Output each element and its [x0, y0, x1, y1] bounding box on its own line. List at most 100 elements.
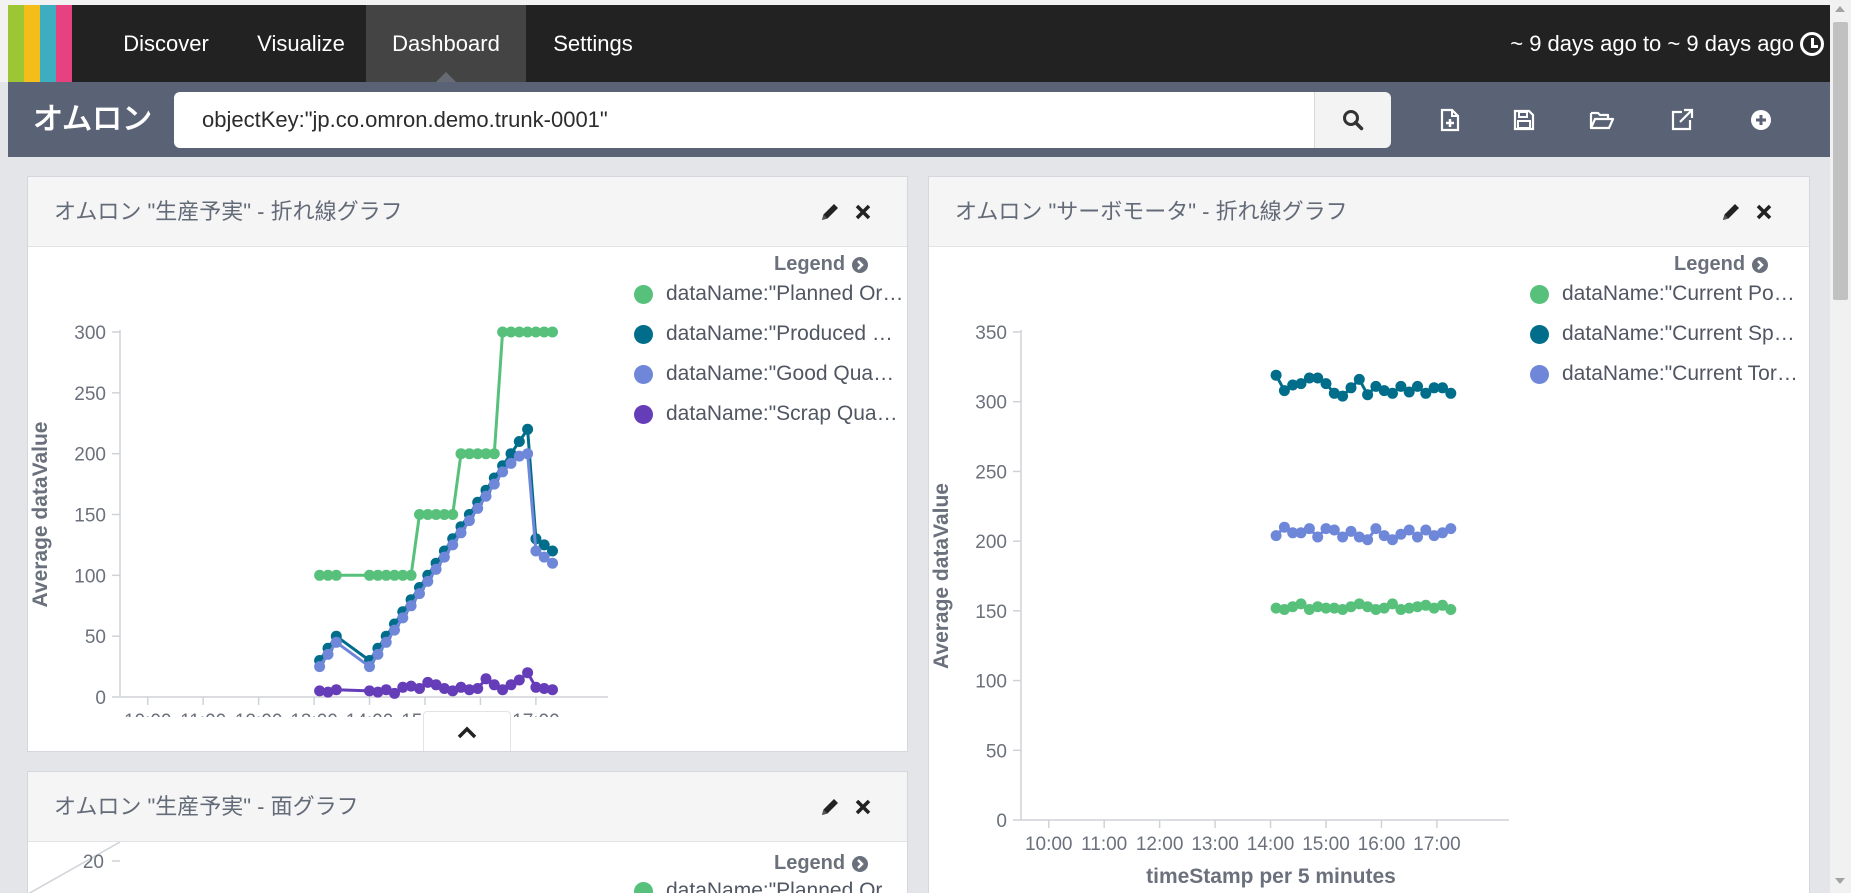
pencil-icon	[1723, 204, 1739, 220]
data-point	[1345, 382, 1357, 394]
legend-item-scrap-quantity[interactable]: dataName:"Scrap Qua…	[634, 401, 904, 427]
chevron-right-circle-icon	[1752, 256, 1769, 273]
x-tick-label: 10:00	[124, 711, 172, 717]
data-point	[389, 624, 400, 636]
page-scrollbar[interactable]	[1830, 0, 1851, 893]
new-dashboard-button[interactable]	[1432, 102, 1468, 138]
dashboard-title: オムロン	[33, 103, 153, 136]
active-caret-icon	[436, 72, 456, 82]
y-tick-label: 100	[975, 672, 1007, 693]
edit-panel-button[interactable]	[1718, 199, 1744, 225]
y-tick-label: 300	[74, 323, 106, 344]
legend-item-good-quantity[interactable]: dataName:"Good Quan…	[634, 361, 904, 387]
legend-item-current-speed[interactable]: dataName:"Current Sp…	[1530, 321, 1805, 347]
legend-dot-icon	[634, 365, 653, 384]
data-point	[472, 683, 484, 694]
search-bar: オムロン	[8, 82, 1830, 157]
search-button[interactable]	[1314, 92, 1391, 148]
nav-dashboard[interactable]: Dashboard	[366, 5, 526, 82]
collapse-panel-button[interactable]	[423, 711, 511, 751]
remove-panel-button[interactable]	[850, 794, 876, 820]
data-point	[314, 661, 326, 673]
data-point	[513, 436, 525, 447]
legend-toggle[interactable]: Legend	[774, 852, 869, 875]
add-panel-button[interactable]	[1743, 102, 1779, 138]
scroll-thumb[interactable]	[1833, 22, 1848, 300]
time-picker[interactable]: ~ 9 days ago to ~ 9 days ago	[1510, 5, 1824, 82]
nav-label: Dashboard	[392, 31, 500, 56]
logo-stripe	[8, 5, 24, 82]
data-point	[522, 667, 534, 679]
x-tick-label: 13:00	[290, 711, 338, 717]
data-point	[497, 466, 509, 478]
edit-panel-button[interactable]	[817, 199, 843, 225]
legend-label: dataName:"Current Sp…	[1562, 322, 1795, 345]
data-point	[480, 490, 492, 502]
scroll-up-icon[interactable]	[1835, 6, 1845, 12]
data-point	[447, 539, 459, 551]
y-tick-label: 100	[74, 566, 106, 587]
legend-item-current-position[interactable]: dataName:"Current Po…	[1530, 281, 1805, 307]
search-input[interactable]	[174, 92, 1314, 148]
clock-icon	[1800, 31, 1824, 56]
logo-stripe	[56, 5, 72, 82]
data-point	[547, 557, 558, 569]
nav-settings[interactable]: Settings	[526, 5, 660, 82]
legend-item-produced[interactable]: dataName:"Produced …	[634, 321, 904, 347]
panel-title: オムロン "生産予実" - 折れ線グラフ	[54, 199, 403, 224]
y-axis-title: Average dataValue	[29, 422, 52, 608]
nav-visualize[interactable]: Visualize	[236, 5, 366, 82]
save-dashboard-button[interactable]	[1506, 102, 1542, 138]
y-tick-label: 50	[986, 741, 1007, 762]
scroll-down-icon[interactable]	[1835, 878, 1845, 884]
data-point	[1362, 389, 1374, 401]
edit-panel-button[interactable]	[817, 794, 843, 820]
x-tick-label: 11:00	[180, 711, 226, 717]
legend-dot-icon	[634, 882, 653, 893]
panel-production-line: オムロン "生産予実" - 折れ線グラフ 0 50 100 150 200 250 300 1…	[27, 176, 908, 752]
close-icon	[855, 799, 871, 815]
legend-item-current-torque[interactable]: dataName:"Current Tor…	[1530, 361, 1805, 387]
x-tick-label: 16:00	[1358, 834, 1406, 855]
y-tick-label: 200	[975, 532, 1007, 553]
top-bar: Discover Visualize Dashboard Settings ~ …	[0, 0, 1851, 82]
x-tick-label: 17:00	[1413, 834, 1461, 855]
kibana-logo[interactable]	[8, 5, 88, 82]
data-point	[505, 457, 517, 469]
nav-discover[interactable]: Discover	[96, 5, 236, 82]
legend-label: dataName:"Current Po…	[1562, 282, 1795, 305]
production-line-chart: 0 50 100 150 200 250 300 10:00 11:00 12:00 13:00 14…	[29, 323, 608, 717]
data-point	[488, 448, 500, 460]
x-tick-label: 13:00	[1191, 834, 1239, 855]
x-tick-label: 15:00	[1302, 834, 1350, 855]
data-point	[488, 478, 500, 490]
legend-label: dataName:"Produced …	[666, 322, 893, 345]
legend-item-planned-order[interactable]: dataName:"Planned Or…	[634, 281, 904, 307]
remove-panel-button[interactable]	[850, 199, 876, 225]
data-point	[330, 569, 342, 581]
remove-panel-button[interactable]	[1751, 199, 1777, 225]
servo-line-chart: 0 50 100 150 200 250 300 350 10:00 11:00 12:00 13:0…	[930, 323, 1509, 888]
legend-dot-icon	[634, 405, 653, 424]
panel-servo-line: オムロン "サーボモータ" - 折れ線グラフ 0 50 100 150 200 250 30…	[928, 176, 1810, 893]
y-tick-label: 200	[74, 445, 106, 466]
legend-item-planned-order[interactable]: dataName:"Planned Or…	[634, 878, 904, 893]
share-icon	[1671, 108, 1694, 131]
data-point	[1353, 373, 1365, 385]
data-point	[522, 448, 534, 460]
y-tick-label: 150	[975, 602, 1007, 623]
data-point	[1270, 530, 1282, 542]
open-dashboard-button[interactable]	[1584, 102, 1620, 138]
chevron-right-circle-icon	[852, 855, 869, 872]
data-point	[1270, 369, 1282, 381]
data-point	[1320, 378, 1332, 390]
legend-dot-icon	[634, 285, 653, 304]
legend-title: Legend	[774, 852, 846, 874]
data-point	[405, 569, 417, 581]
share-dashboard-button[interactable]	[1664, 102, 1700, 138]
legend-label: dataName:"Planned Or…	[666, 282, 904, 305]
legend-toggle[interactable]: Legend	[1674, 253, 1769, 276]
legend-toggle[interactable]: Legend	[774, 253, 869, 276]
y-tick-label: 150	[74, 506, 106, 527]
data-point	[522, 423, 534, 435]
